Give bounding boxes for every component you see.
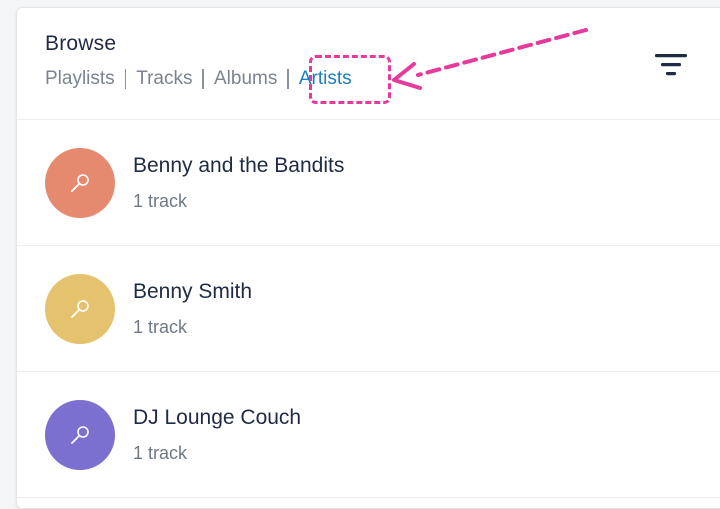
artist-track-count: 1 track [133, 191, 188, 211]
browse-tabs: Playlists Tracks Albums Artists [45, 68, 352, 90]
filter-lines-icon [655, 54, 687, 76]
microphone-icon [71, 174, 89, 192]
artist-track-count: 1 track [133, 443, 188, 463]
artist-name: DJ Lounge Couch [133, 406, 302, 429]
tab-tracks[interactable]: Tracks [136, 68, 192, 90]
tab-divider [202, 69, 204, 89]
artist-name: Benny Smith [133, 280, 253, 303]
page-title: Browse [45, 32, 117, 55]
artist-row[interactable]: Benny Smith 1 track [17, 246, 720, 372]
artist-name: Benny and the Bandits [133, 154, 345, 177]
annotation-highlight-box [309, 55, 391, 104]
microphone-icon [71, 426, 89, 444]
tab-playlists[interactable]: Playlists [45, 68, 115, 90]
browse-header: Browse Playlists Tracks Albums Artists [17, 8, 720, 120]
artist-row[interactable]: Benny and the Bandits 1 track [17, 120, 720, 246]
microphone-icon [71, 300, 89, 318]
artist-track-count: 1 track [133, 317, 188, 337]
tab-divider [124, 69, 127, 89]
artist-avatar [45, 274, 115, 344]
filter-button[interactable] [653, 50, 693, 82]
artist-avatar [45, 148, 115, 218]
artist-avatar [45, 400, 115, 470]
browse-panel: Browse Playlists Tracks Albums Artists B… [16, 7, 720, 509]
artist-row[interactable]: DJ Lounge Couch 1 track [17, 372, 720, 498]
tab-divider [287, 69, 289, 89]
tab-albums[interactable]: Albums [214, 68, 277, 90]
